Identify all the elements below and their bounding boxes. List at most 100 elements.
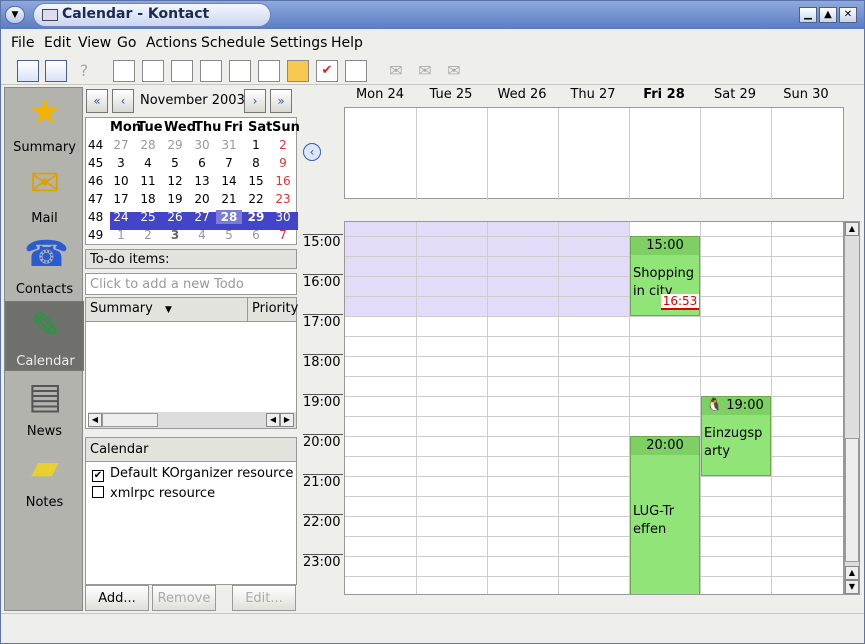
- new-todo-input[interactable]: Click to add a new Todo: [85, 273, 297, 295]
- calendar-day[interactable]: 30: [270, 210, 296, 224]
- calendar-day[interactable]: 3: [162, 228, 188, 242]
- mail-reply-icon[interactable]: ✉: [414, 60, 436, 82]
- calendar-day[interactable]: 20: [189, 192, 215, 206]
- calendar-day[interactable]: 2: [135, 228, 161, 242]
- sidebar-item-news[interactable]: ▤ News: [5, 372, 84, 442]
- sync-icon[interactable]: [45, 60, 67, 82]
- calendar-day[interactable]: 25: [135, 210, 161, 224]
- week-number[interactable]: 44: [88, 138, 103, 152]
- scroll-left-icon[interactable]: ◀: [266, 413, 280, 427]
- menu-help[interactable]: Help: [331, 35, 363, 51]
- checkbox-checked-icon[interactable]: ✔: [92, 470, 104, 482]
- calendar-day[interactable]: 27: [189, 210, 215, 224]
- calendar-day[interactable]: 6: [189, 156, 215, 170]
- calendar-day[interactable]: 8: [243, 156, 269, 170]
- go-back-icon[interactable]: ‹: [303, 143, 321, 161]
- menu-go[interactable]: Go: [117, 35, 136, 51]
- day-header[interactable]: Tue 25: [415, 87, 487, 107]
- day-header-today[interactable]: Fri 28: [628, 87, 700, 107]
- calendar-day[interactable]: 5: [216, 228, 242, 242]
- calendar-day[interactable]: 6: [243, 228, 269, 242]
- calendar-day[interactable]: 3: [108, 156, 134, 170]
- calendar-day[interactable]: 29: [243, 210, 269, 224]
- minimize-button[interactable]: ▁: [799, 7, 817, 23]
- sidebar-item-contacts[interactable]: ☎ Contacts: [5, 230, 84, 300]
- calendar-day[interactable]: 17: [108, 192, 134, 206]
- next-year-button[interactable]: »: [270, 89, 292, 113]
- calendar-day[interactable]: 31: [216, 138, 242, 152]
- scroll-left-icon[interactable]: ◀: [88, 413, 102, 427]
- remove-button[interactable]: Remove: [152, 585, 216, 611]
- calendar-day[interactable]: 29: [162, 138, 188, 152]
- timeline-icon[interactable]: [345, 60, 367, 82]
- resource-default[interactable]: ✔ Default KOrganizer resource: [92, 466, 293, 482]
- calendar-day[interactable]: 10: [108, 174, 134, 188]
- edit-button[interactable]: Edit...: [232, 585, 296, 611]
- calendar-day[interactable]: 16: [270, 174, 296, 188]
- calendar-day[interactable]: 9: [270, 156, 296, 170]
- calendar-day[interactable]: 1: [108, 228, 134, 242]
- calendar-day[interactable]: 12: [162, 174, 188, 188]
- day-header[interactable]: Wed 26: [486, 87, 558, 107]
- menu-schedule[interactable]: Schedule: [201, 35, 265, 51]
- calendar-day[interactable]: 21: [216, 192, 242, 206]
- day-header[interactable]: Mon 24: [344, 87, 416, 107]
- event-einzugsparty[interactable]: 🐧 19:00 Einzugsparty: [701, 396, 771, 476]
- summary-column-header[interactable]: Summary ▼: [86, 298, 248, 322]
- week-number[interactable]: 49: [88, 228, 103, 242]
- calendar-day[interactable]: 14: [216, 174, 242, 188]
- work-week-icon[interactable]: [258, 60, 280, 82]
- list-view-icon[interactable]: [142, 60, 164, 82]
- calendar-day[interactable]: 2: [270, 138, 296, 152]
- prev-month-button[interactable]: ‹: [112, 89, 134, 113]
- calendar-day[interactable]: 13: [189, 174, 215, 188]
- event-shopping[interactable]: 15:00 Shopping in city 16:53: [630, 236, 700, 316]
- menu-settings[interactable]: Settings: [270, 35, 327, 51]
- calendar-day[interactable]: 7: [216, 156, 242, 170]
- day-view-icon[interactable]: [171, 60, 193, 82]
- menu-actions[interactable]: Actions: [146, 35, 197, 51]
- week-number[interactable]: 45: [88, 156, 103, 170]
- all-day-area[interactable]: [344, 107, 844, 200]
- sidebar-item-notes[interactable]: ▰ Notes: [5, 443, 84, 513]
- checkbox-unchecked-icon[interactable]: [92, 486, 104, 498]
- priority-column-header[interactable]: Priority: [248, 298, 298, 322]
- week-number[interactable]: 47: [88, 192, 103, 206]
- calendar-day[interactable]: 26: [162, 210, 188, 224]
- new-icon[interactable]: [17, 60, 39, 82]
- scroll-down-icon[interactable]: ▼: [845, 580, 859, 594]
- week-number[interactable]: 46: [88, 174, 103, 188]
- next-days-icon[interactable]: [200, 60, 222, 82]
- calendar-day[interactable]: 27: [108, 138, 134, 152]
- calendar-day[interactable]: 11: [135, 174, 161, 188]
- calendar-day[interactable]: 1: [243, 138, 269, 152]
- resource-xmlrpc[interactable]: xmlrpc resource: [92, 486, 215, 501]
- scroll-up-icon[interactable]: ▲: [845, 222, 859, 236]
- horizontal-scrollbar[interactable]: ◀ ◀ ▶: [88, 412, 296, 428]
- day-header[interactable]: Sat 29: [699, 87, 771, 107]
- add-button[interactable]: Add...: [85, 585, 149, 611]
- scroll-right-icon[interactable]: ▶: [280, 413, 294, 427]
- month-view-icon[interactable]: [287, 60, 309, 82]
- scroll-thumb[interactable]: [845, 438, 859, 562]
- week-number[interactable]: 48: [88, 210, 103, 224]
- calendar-day[interactable]: 24: [108, 210, 134, 224]
- whats-this-icon[interactable]: ?: [73, 60, 95, 82]
- todo-view-icon[interactable]: [113, 60, 135, 82]
- calendar-day[interactable]: 28: [135, 138, 161, 152]
- calendar-day[interactable]: 28: [216, 210, 242, 224]
- calendar-day[interactable]: 30: [189, 138, 215, 152]
- todo-check-icon[interactable]: ✔: [316, 60, 338, 82]
- calendar-day[interactable]: 4: [189, 228, 215, 242]
- sidebar-item-mail[interactable]: ✉ Mail: [5, 159, 84, 229]
- day-header[interactable]: Thu 27: [557, 87, 629, 107]
- scroll-thumb[interactable]: [102, 413, 158, 427]
- window-menu-button[interactable]: ▼: [5, 6, 25, 24]
- next-month-button[interactable]: ›: [244, 89, 266, 113]
- time-grid[interactable]: 15:00 Shopping in city 16:53 🐧 19:00 Einz…: [344, 221, 844, 595]
- prev-year-button[interactable]: «: [86, 89, 108, 113]
- sidebar-item-summary[interactable]: ★ Summary: [5, 88, 84, 158]
- calendar-day[interactable]: 7: [270, 228, 296, 242]
- maximize-button[interactable]: ▲: [819, 7, 837, 23]
- menu-view[interactable]: View: [78, 35, 111, 51]
